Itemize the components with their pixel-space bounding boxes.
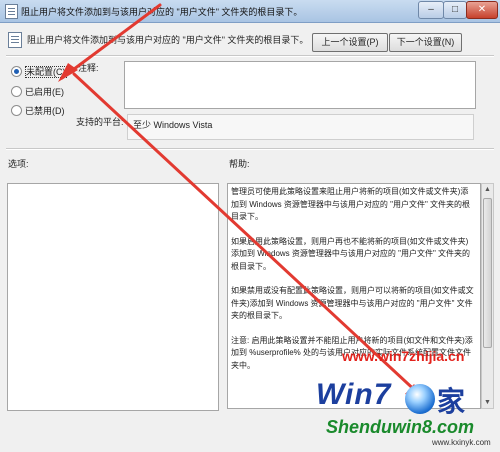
radio-enabled[interactable]: 已启用(E) <box>11 85 64 98</box>
scrollbar-thumb[interactable] <box>483 198 492 348</box>
radio-indicator <box>11 86 22 97</box>
policy-document-icon <box>5 4 18 19</box>
help-paragraph: 如果启用此策略设置，则用户再也不能将新的项目(如文件或文件夹)添加到 Windo… <box>231 236 471 271</box>
help-label: 帮助: <box>229 159 250 169</box>
watermark-url: www.win7zhijia.cn <box>342 348 465 364</box>
radio-enabled-label: 已启用(E) <box>25 87 64 97</box>
help-scrollbar[interactable]: ▲ ▼ <box>481 183 494 409</box>
supported-on-label: 支持的平台: <box>76 117 124 127</box>
radio-indicator <box>11 105 22 116</box>
title-bar: 阻止用户将文件添加到与该用户对应的 "用户文件" 文件夹的根目录下。 – □ ✕ <box>0 0 500 23</box>
radio-disabled[interactable]: 已禁用(D) <box>11 104 65 117</box>
help-pane: 管理员可使用此策略设置来阻止用户将新的项目(如文件或文件夹)添加到 Window… <box>227 183 481 409</box>
watermark-logo-char: 家 <box>437 386 466 417</box>
watermark-small-url: www.kxinyk.com <box>432 438 491 447</box>
window-title: 阻止用户将文件添加到与该用户对应的 "用户文件" 文件夹的根目录下。 <box>21 7 303 17</box>
help-paragraph: 管理员可使用此策略设置来阻止用户将新的项目(如文件或文件夹)添加到 Window… <box>231 187 471 221</box>
supported-on-field: 至少 Windows Vista <box>127 114 474 140</box>
comment-textarea[interactable] <box>124 61 476 109</box>
comment-label: 注释: <box>78 63 99 73</box>
radio-selected-indicator <box>11 66 22 77</box>
radio-not-configured-label: 未配置(C) <box>25 66 67 78</box>
scroll-up-arrow-icon[interactable]: ▲ <box>482 184 493 195</box>
scroll-down-arrow-icon[interactable]: ▼ <box>482 397 493 408</box>
radio-disabled-label: 已禁用(D) <box>25 106 65 116</box>
next-setting-button[interactable]: 下一个设置(N) <box>389 33 462 52</box>
options-label: 选项: <box>8 159 29 169</box>
radio-not-configured[interactable]: 未配置(C) <box>11 65 67 78</box>
windows-orb-icon <box>405 384 435 414</box>
maximize-button[interactable]: □ <box>443 1 467 19</box>
watermark-logo: Win7 <box>316 378 392 411</box>
close-button[interactable]: ✕ <box>466 1 498 19</box>
minimize-button[interactable]: – <box>418 1 444 19</box>
policy-setting-icon <box>8 32 22 48</box>
help-paragraph: 如果禁用或没有配置此策略设置，则用户可以将新的项目(如文件或文件夹)添加到 Wi… <box>231 286 474 320</box>
policy-name: 阻止用户将文件添加到与该用户对应的 "用户文件" 文件夹的根目录下。 <box>27 35 309 45</box>
header-divider <box>6 55 494 57</box>
middle-divider <box>6 148 494 150</box>
options-pane <box>7 183 219 411</box>
watermark-site: Shenduwin8.com <box>326 417 475 437</box>
previous-setting-button[interactable]: 上一个设置(P) <box>312 33 388 52</box>
